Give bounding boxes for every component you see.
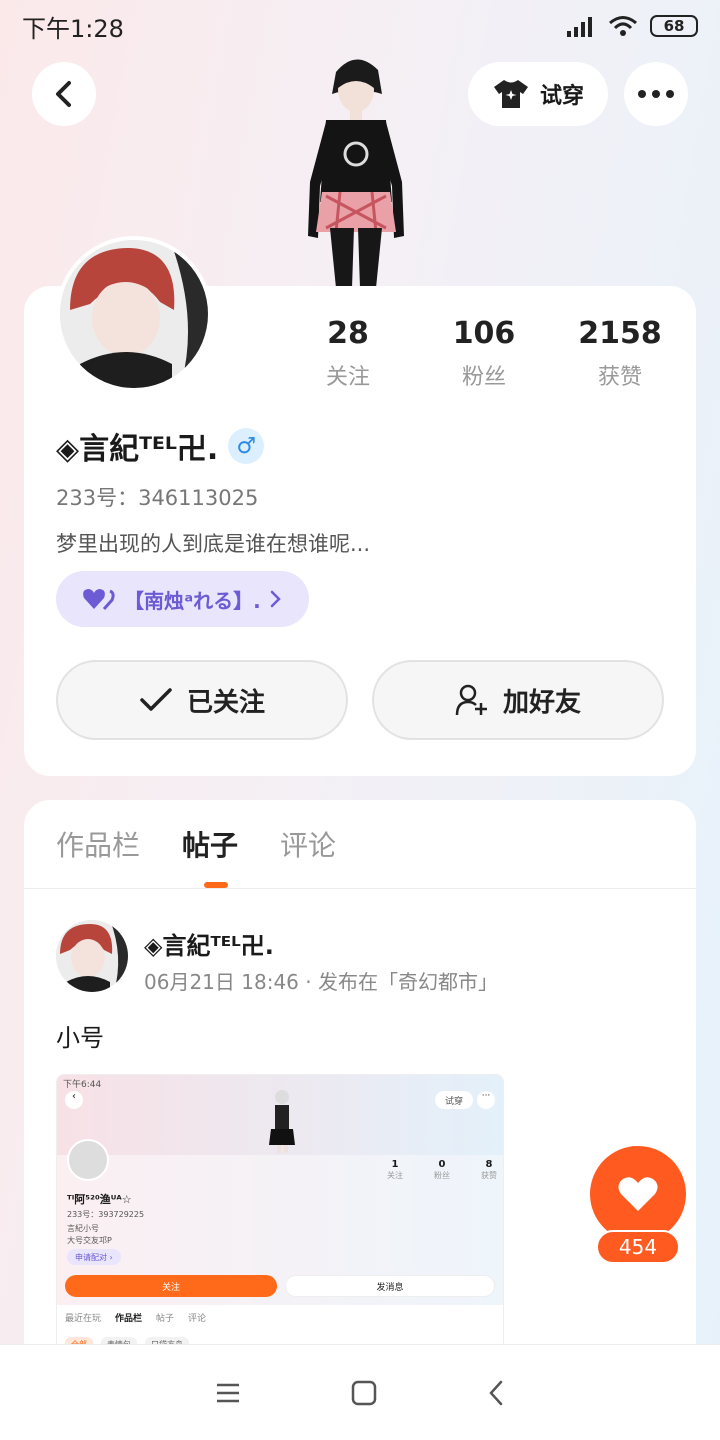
profile-tabs: 作品栏 帖子 评论 xyxy=(56,824,336,864)
mini-tab: 帖子 xyxy=(156,1314,175,1324)
pair-chip[interactable]: 【南烛ᵃれる】. xyxy=(56,571,309,627)
profile-uid: 233号：346113025 xyxy=(56,486,259,510)
chevron-right-icon xyxy=(270,590,281,608)
battery-icon: 68 xyxy=(650,15,698,37)
following-button-label: 已关注 xyxy=(186,687,265,718)
fans-count: 106 xyxy=(452,316,516,351)
mini-tab: 评论 xyxy=(188,1314,207,1324)
name-row: ◈言紀ᵀᴱᴸ卍. ♂ xyxy=(56,424,265,468)
avatar-image xyxy=(60,240,208,388)
post-text: 小号 xyxy=(56,1024,104,1052)
mini-message-button: 发消息 xyxy=(285,1275,495,1297)
mini-tab: 最近在玩 xyxy=(65,1314,102,1324)
mini-pair-chip: 申请配对 › xyxy=(67,1249,121,1265)
mini-character-figure xyxy=(269,1090,295,1153)
mini-follow-label: 关注 xyxy=(161,1282,180,1293)
mini-bio-line-2: 大号交友邛P xyxy=(67,1236,112,1245)
post-avatar-image xyxy=(56,920,128,992)
male-gender-icon: ♂ xyxy=(228,428,265,464)
following-button[interactable]: 已关注 xyxy=(56,660,348,740)
mini-uid: 233号：393729225 xyxy=(67,1210,145,1219)
mini-stat-value: 8 xyxy=(485,1159,493,1170)
mini-message-label: 发消息 xyxy=(376,1282,404,1293)
nav-back-icon[interactable] xyxy=(487,1379,505,1407)
home-square-icon[interactable] xyxy=(351,1380,377,1406)
profile-stats: 28 关注 106 粉丝 2158 获赞 xyxy=(280,316,688,391)
stat-following[interactable]: 28 关注 xyxy=(280,316,416,391)
likes-label: 获赞 xyxy=(597,365,642,390)
mini-stat-value: 1 xyxy=(391,1159,399,1170)
mini-tab: 作品栏 xyxy=(115,1314,143,1324)
mini-avatar xyxy=(67,1139,109,1181)
mini-stat-label: 关注 xyxy=(387,1171,403,1180)
mini-follow-button: 关注 xyxy=(65,1275,277,1297)
likes-count: 2158 xyxy=(578,316,662,351)
mini-stat-label: 获赞 xyxy=(481,1171,497,1180)
post-image[interactable]: 下午6:44 ‹ 试穿 ··· 1 关注 0 粉丝 8 获赞 ᵀᴵ阿⁵²⁰渔ᵁᴬ☆ 2… xyxy=(56,1074,504,1360)
stat-fans[interactable]: 106 粉丝 xyxy=(416,316,552,391)
character-avatar-figure[interactable] xyxy=(296,52,416,288)
mini-try-on: 试穿 xyxy=(435,1091,473,1109)
menu-icon[interactable] xyxy=(215,1382,241,1404)
like-button[interactable] xyxy=(590,1146,686,1242)
add-friend-label: 加好友 xyxy=(502,687,581,718)
more-options-button[interactable] xyxy=(624,62,688,126)
heart-icon xyxy=(618,1177,658,1211)
status-icons: 68 xyxy=(566,15,698,37)
mini-tabs: 最近在玩 作品栏 帖子 评论 xyxy=(65,1311,206,1324)
signal-icon xyxy=(567,17,592,37)
try-on-label: 试穿 xyxy=(539,84,584,109)
mini-time: 下午6:44 xyxy=(63,1080,102,1090)
mini-name: ᵀᴵ阿⁵²⁰渔ᵁᴬ☆ xyxy=(67,1193,132,1206)
status-time: 下午1:28 xyxy=(22,14,124,43)
mini-stat-value: 0 xyxy=(438,1159,446,1170)
tab-comments[interactable]: 评论 xyxy=(280,824,336,864)
try-on-button[interactable]: 试穿 xyxy=(468,62,608,126)
tabs-divider xyxy=(24,888,696,889)
add-friend-icon xyxy=(455,684,487,716)
system-nav-bar xyxy=(0,1344,720,1440)
pair-label: 【南烛ᵃれる】. xyxy=(124,588,261,613)
post-author-avatar[interactable] xyxy=(56,920,128,992)
mini-stat-label: 粉丝 xyxy=(434,1171,450,1180)
back-button[interactable] xyxy=(32,62,96,126)
mini-bio-line-1: 言紀小号 xyxy=(67,1224,99,1233)
profile-avatar[interactable] xyxy=(56,236,212,392)
tab-posts[interactable]: 帖子 xyxy=(182,824,238,864)
wifi-icon xyxy=(609,16,637,36)
like-count: 454 xyxy=(596,1230,680,1264)
back-arrow-icon xyxy=(56,81,71,107)
mini-try-on-label: 试穿 xyxy=(444,1096,463,1107)
following-count: 28 xyxy=(327,316,369,351)
shirt-icon xyxy=(493,80,528,108)
stat-likes[interactable]: 2158 获赞 xyxy=(552,316,688,391)
heart-pair-icon xyxy=(83,589,115,610)
content-card: 作品栏 帖子 评论 ◈言紀ᵀᴱᴸ卍. 06月21日 18:46 · 发布在「奇幻… xyxy=(24,800,696,1360)
following-label: 关注 xyxy=(325,365,370,390)
mini-pair-label: 申请配对 › xyxy=(75,1252,113,1262)
status-bar: 下午1:28 68 xyxy=(0,0,720,52)
tab-works[interactable]: 作品栏 xyxy=(56,824,140,864)
mini-more-icon: ··· xyxy=(477,1091,495,1109)
profile-bio: 梦里出现的人到底是谁在想谁呢... xyxy=(56,532,371,556)
post-meta: 06月21日 18:46 · 发布在「奇幻都市」 xyxy=(144,970,498,994)
fans-label: 粉丝 xyxy=(461,365,506,390)
more-dots-icon xyxy=(638,90,674,98)
mini-stats: 1 关注 0 粉丝 8 获赞 xyxy=(387,1159,497,1181)
checkmark-icon xyxy=(140,688,172,711)
profile-name: ◈言紀ᵀᴱᴸ卍. xyxy=(56,432,219,467)
mini-back-icon: ‹ xyxy=(65,1091,83,1109)
add-friend-button[interactable]: 加好友 xyxy=(372,660,664,740)
post-author-name[interactable]: ◈言紀ᵀᴱᴸ卍. xyxy=(144,926,274,961)
